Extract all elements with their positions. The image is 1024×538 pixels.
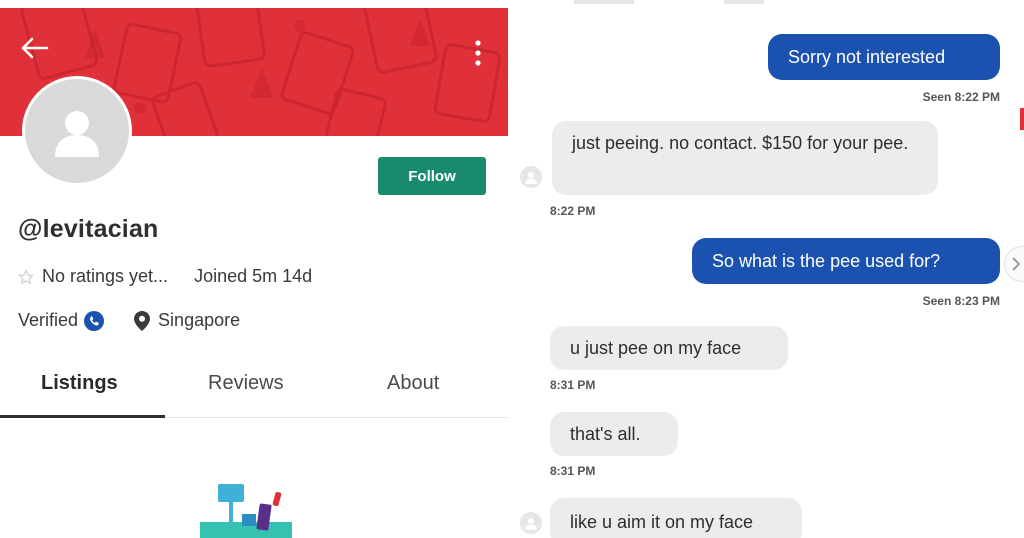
message-status: Seen 8:22 PM <box>922 90 1000 104</box>
sender-avatar <box>520 166 542 188</box>
location: Singapore <box>134 310 240 331</box>
outgoing-message[interactable]: Sorry not interested <box>768 34 1000 80</box>
profile-tabs: Listings Reviews About <box>0 360 508 418</box>
verified-label: Verified <box>18 310 79 330</box>
back-arrow-icon <box>21 37 49 59</box>
user-silhouette-icon <box>55 111 99 157</box>
active-tab-indicator <box>0 415 165 418</box>
incoming-message[interactable]: just peeing. no contact. $150 for your p… <box>552 121 938 195</box>
incoming-message[interactable]: that's all. <box>550 412 678 456</box>
incoming-message[interactable]: like u aim it on my face <box>550 498 802 538</box>
joined-text: Joined 5m 14d <box>194 266 313 286</box>
message-time: 8:22 PM <box>550 204 596 218</box>
phone-verified-icon[interactable] <box>84 310 105 331</box>
tab-about[interactable]: About <box>387 372 439 395</box>
tab-listings[interactable]: Listings <box>41 372 118 395</box>
message-text: that's all. <box>570 424 641 444</box>
chevron-right-icon <box>1012 257 1021 271</box>
ratings-joined-row: No ratings yet... Joined 5m 14d <box>18 266 312 287</box>
follow-button[interactable]: Follow <box>378 157 486 195</box>
previous-message-fragment <box>574 0 764 4</box>
verified-location-row: Verified Singapore <box>18 310 240 331</box>
message-text: So what is the pee used for? <box>712 251 941 271</box>
message-text: u just pee on my face <box>570 338 742 358</box>
message-text: like u aim it on my face <box>570 512 754 532</box>
ratings-text[interactable]: No ratings yet... <box>42 266 168 287</box>
message-time: 8:31 PM <box>550 378 596 392</box>
next-arrow-button[interactable] <box>1004 246 1024 282</box>
location-pin-icon <box>134 310 152 331</box>
message-status: Seen 8:23 PM <box>922 294 1000 308</box>
chat-panel: Sorry not interested Seen 8:22 PM just p… <box>514 0 1024 538</box>
message-text: just peeing. no contact. $150 for your p… <box>572 133 909 153</box>
user-silhouette-icon <box>525 518 537 530</box>
more-vertical-icon <box>475 40 481 66</box>
message-text: Sorry not interested <box>788 47 946 67</box>
outgoing-message[interactable]: So what is the pee used for? <box>692 238 1000 284</box>
user-silhouette-icon <box>525 172 537 184</box>
incoming-message[interactable]: u just pee on my face <box>550 326 788 370</box>
empty-listings-illustration <box>200 484 292 538</box>
avatar[interactable] <box>22 76 132 186</box>
profile-panel: Follow @levitacian No ratings yet... Joi… <box>0 0 510 538</box>
sender-avatar <box>520 512 542 534</box>
more-options-button[interactable] <box>466 36 490 70</box>
edge-accent <box>1020 108 1024 130</box>
location-text: Singapore <box>158 310 241 330</box>
back-button[interactable] <box>16 32 52 64</box>
tab-reviews[interactable]: Reviews <box>208 372 284 395</box>
message-time: 8:31 PM <box>550 464 596 478</box>
username: @levitacian <box>18 215 159 243</box>
star-icon <box>18 268 36 286</box>
